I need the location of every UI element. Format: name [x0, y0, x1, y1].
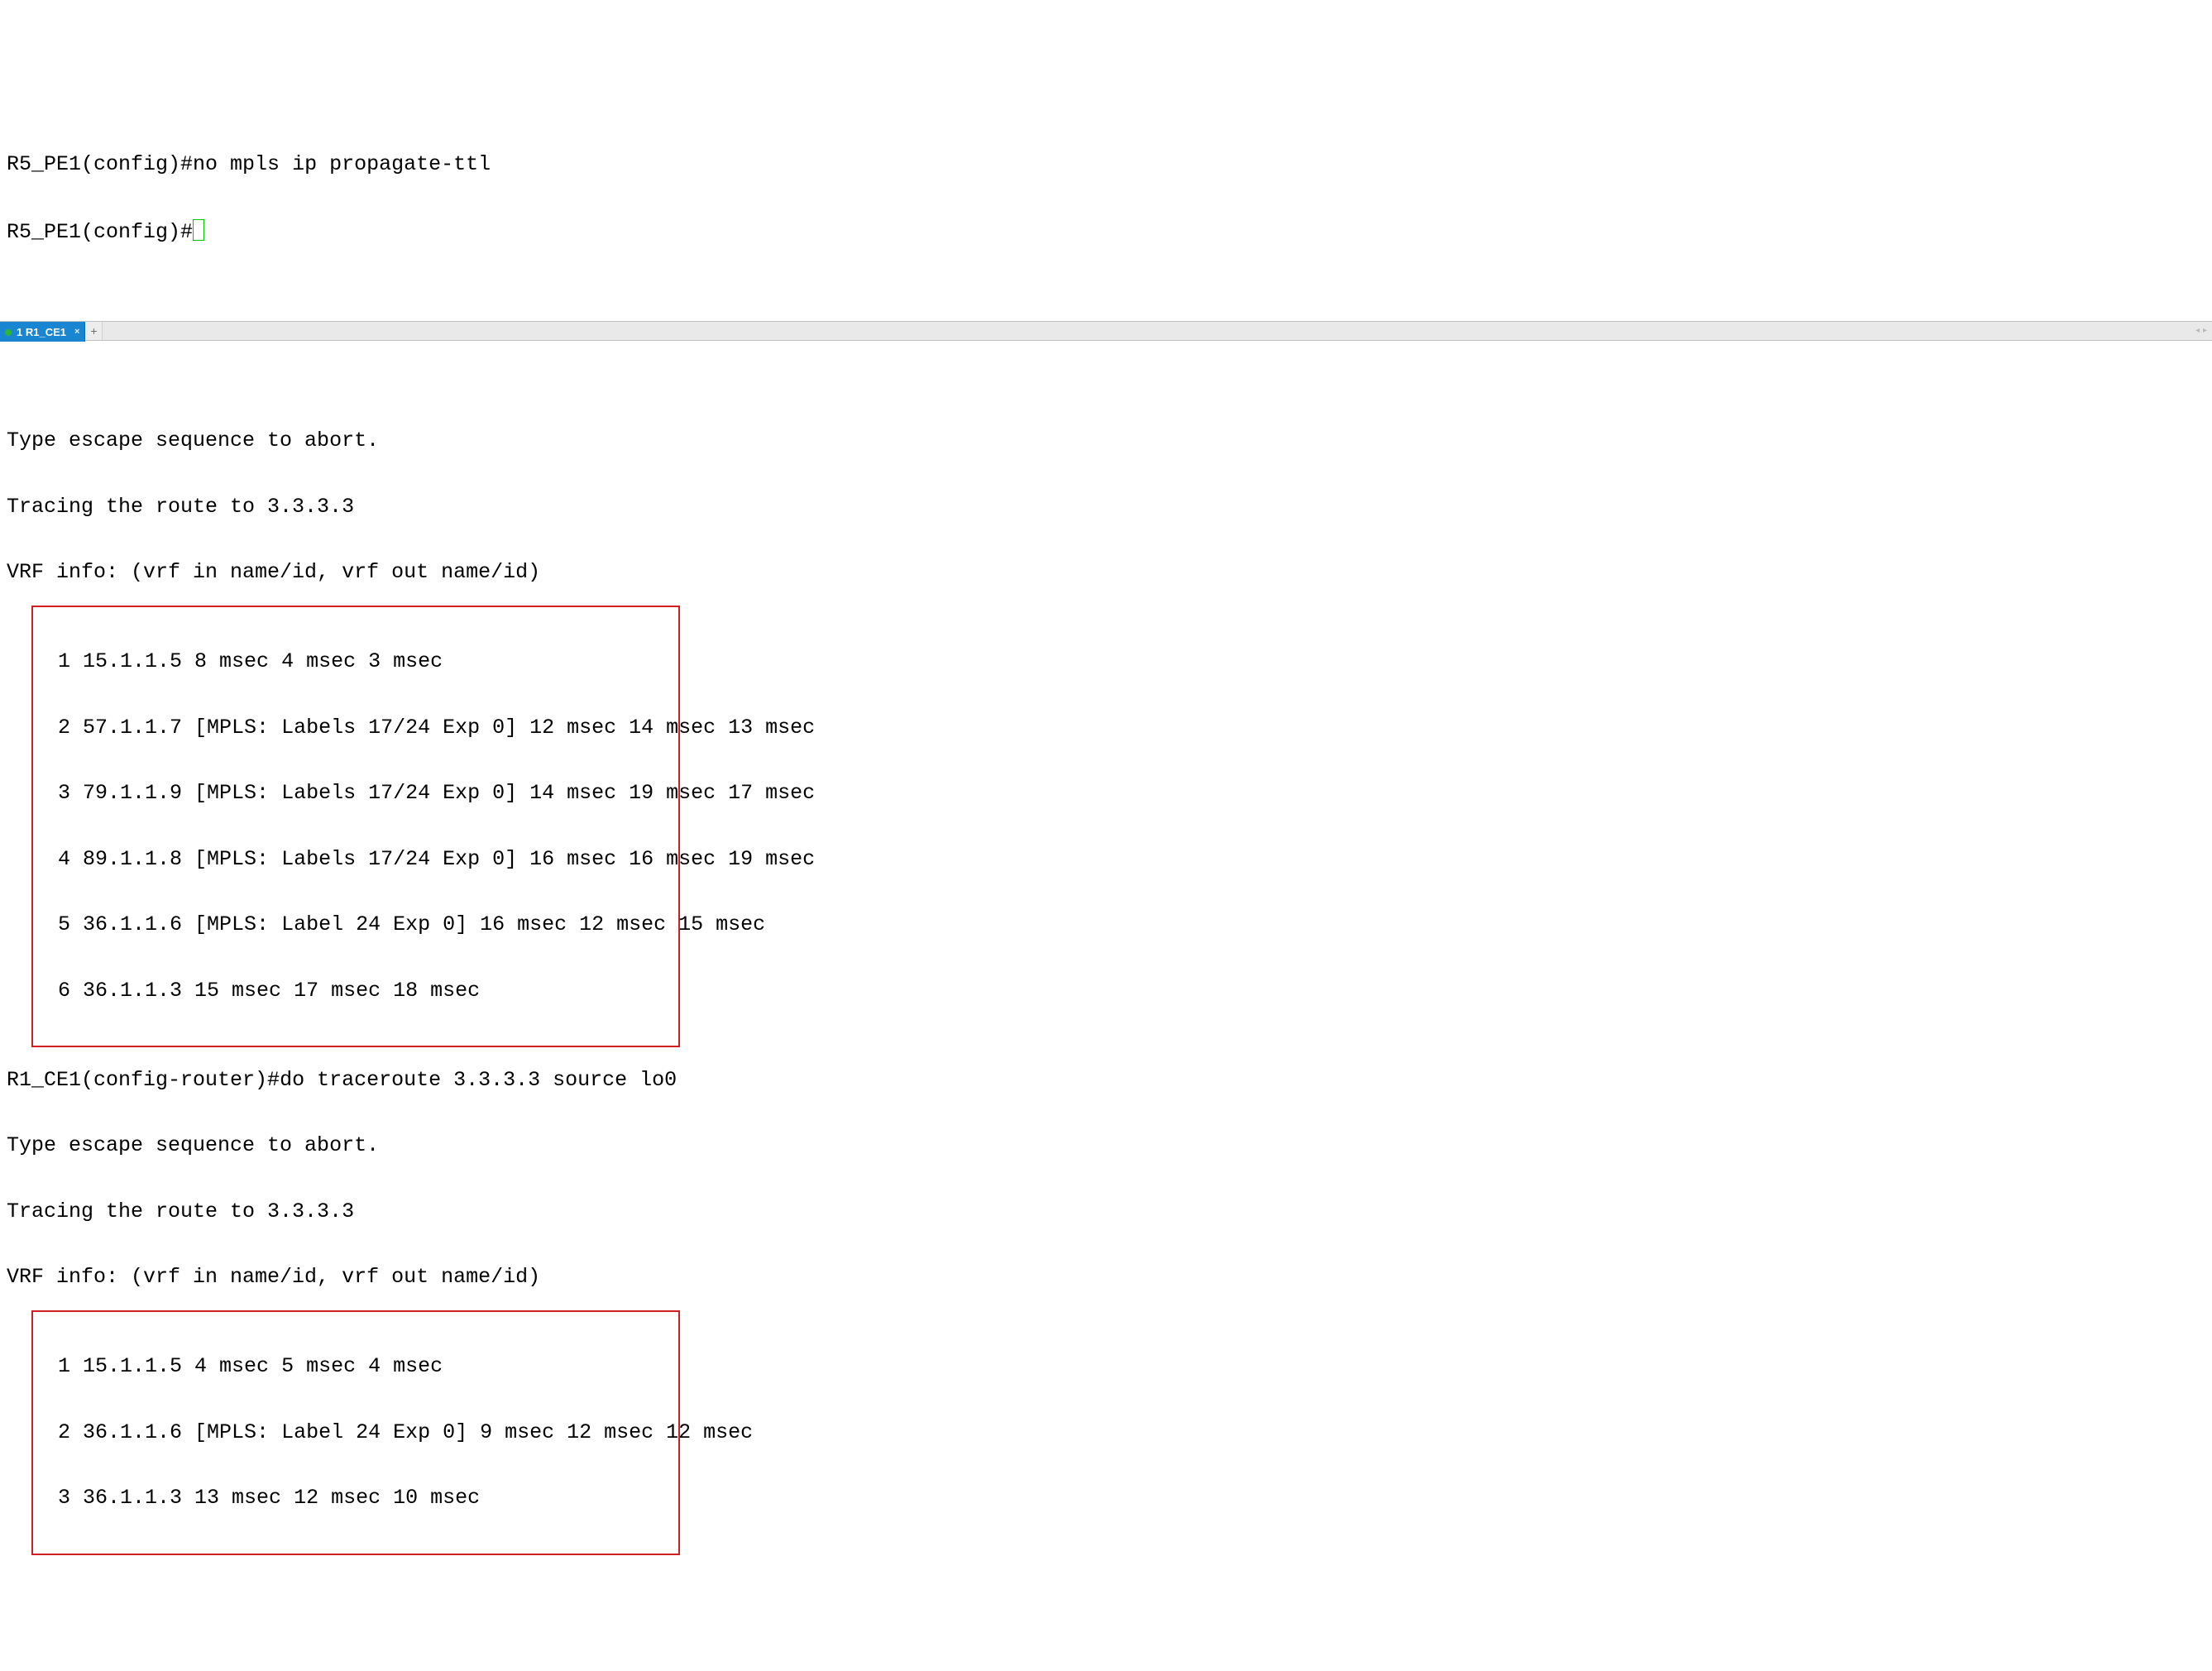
cli-command: no mpls ip propagate-ttl [193, 152, 491, 176]
traceroute-hop: 2 36.1.1.6 [MPLS: Label 24 Exp 0] 9 msec… [33, 1422, 678, 1444]
highlight-box-1: 1 15.1.1.5 8 msec 4 msec 3 msec 2 57.1.1… [31, 606, 680, 1047]
bottom-terminal-pane[interactable]: Type escape sequence to abort. Tracing t… [0, 385, 2212, 1562]
cli-command: do traceroute 3.3.3.3 source lo0 [280, 1068, 677, 1092]
cli-line: R1_CE1(config-router)#do traceroute 3.3.… [7, 1070, 2205, 1092]
top-terminal-pane[interactable]: R5_PE1(config)#no mpls ip propagate-ttl … [0, 110, 2212, 266]
term-line: Type escape sequence to abort. [7, 430, 2205, 452]
cli-prompt: R1_CE1(config-router)# [7, 1068, 280, 1092]
traceroute-hop: 3 36.1.1.3 13 msec 12 msec 10 msec [33, 1487, 678, 1510]
traceroute-hop: 2 57.1.1.7 [MPLS: Labels 17/24 Exp 0] 12… [33, 717, 678, 740]
traceroute-hop: 1 15.1.1.5 4 msec 5 msec 4 msec [33, 1356, 678, 1378]
term-line: VRF info: (vrf in name/id, vrf out name/… [7, 1266, 2205, 1289]
traceroute-hop: 5 36.1.1.6 [MPLS: Label 24 Exp 0] 16 mse… [33, 914, 678, 936]
nav-left-icon[interactable]: ◂ [2195, 327, 2200, 336]
term-line: Type escape sequence to abort. [7, 1135, 2205, 1157]
tab-nav: ◂ ▸ [2190, 322, 2212, 340]
tab-label: 1 R1_CE1 [17, 327, 66, 338]
traceroute-hop: 4 89.1.1.8 [MPLS: Labels 17/24 Exp 0] 16… [33, 849, 678, 871]
add-tab-button[interactable]: + [85, 322, 103, 340]
tab-r1-ce1[interactable]: 1 R1_CE1 × [0, 322, 85, 342]
close-icon[interactable]: × [74, 328, 79, 338]
traceroute-hop: 3 79.1.1.9 [MPLS: Labels 17/24 Exp 0] 14… [33, 783, 678, 805]
tabbar-spacer [103, 322, 2190, 340]
cursor-icon [193, 219, 204, 241]
status-dot-icon [5, 329, 12, 336]
traceroute-hop: 1 15.1.1.5 8 msec 4 msec 3 msec [33, 651, 678, 673]
term-line: VRF info: (vrf in name/id, vrf out name/… [7, 562, 2205, 584]
term-line: Tracing the route to 3.3.3.3 [7, 496, 2205, 519]
cli-prompt: R5_PE1(config)# [7, 220, 193, 244]
highlight-box-2: 1 15.1.1.5 4 msec 5 msec 4 msec 2 36.1.1… [31, 1310, 680, 1555]
term-line: Tracing the route to 3.3.3.3 [7, 1201, 2205, 1223]
cli-prompt: R5_PE1(config)# [7, 152, 193, 176]
tab-bar: 1 R1_CE1 × + ◂ ▸ [0, 321, 2212, 341]
nav-right-icon[interactable]: ▸ [2203, 327, 2207, 336]
cli-line: R5_PE1(config)# [0, 219, 2212, 244]
cli-line: R5_PE1(config)#no mpls ip propagate-ttl [0, 154, 2212, 176]
traceroute-hop: 6 36.1.1.3 15 msec 17 msec 18 msec [33, 980, 678, 1003]
